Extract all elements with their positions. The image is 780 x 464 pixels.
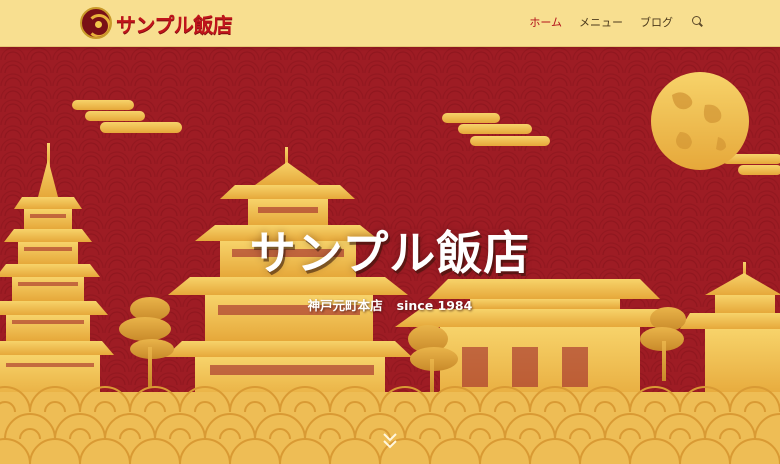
search-icon[interactable] [692, 16, 704, 28]
hero-subtitle-since: since 1984 [396, 298, 473, 313]
dragon-logo-icon [80, 7, 112, 39]
nav-item-menu[interactable]: メニュー [579, 14, 623, 30]
cloud-left [72, 100, 182, 133]
main-nav: ホーム メニュー ブログ [529, 14, 704, 30]
right-temple-doors [462, 347, 588, 387]
hero-section: サンプル飯店 神戸元町本店 since 1984 [0, 47, 780, 464]
site-logo[interactable]: サンプル飯店 [80, 5, 233, 41]
chevron-double-down-icon[interactable] [382, 432, 398, 450]
hero-title: サンプル飯店 [249, 226, 531, 280]
nav-item-blog[interactable]: ブログ [640, 14, 673, 30]
wave-pattern [0, 386, 780, 464]
cloud-middle [442, 113, 550, 146]
site-header: サンプル飯店 ホーム メニュー ブログ [0, 0, 780, 47]
moon [651, 72, 749, 170]
hero-subtitle-location: 神戸元町本店 [307, 298, 383, 313]
site-name: サンプル飯店 [116, 12, 233, 37]
hero-subtitle: 神戸元町本店 since 1984 [0, 295, 780, 314]
nav-item-home[interactable]: ホーム [529, 14, 562, 30]
